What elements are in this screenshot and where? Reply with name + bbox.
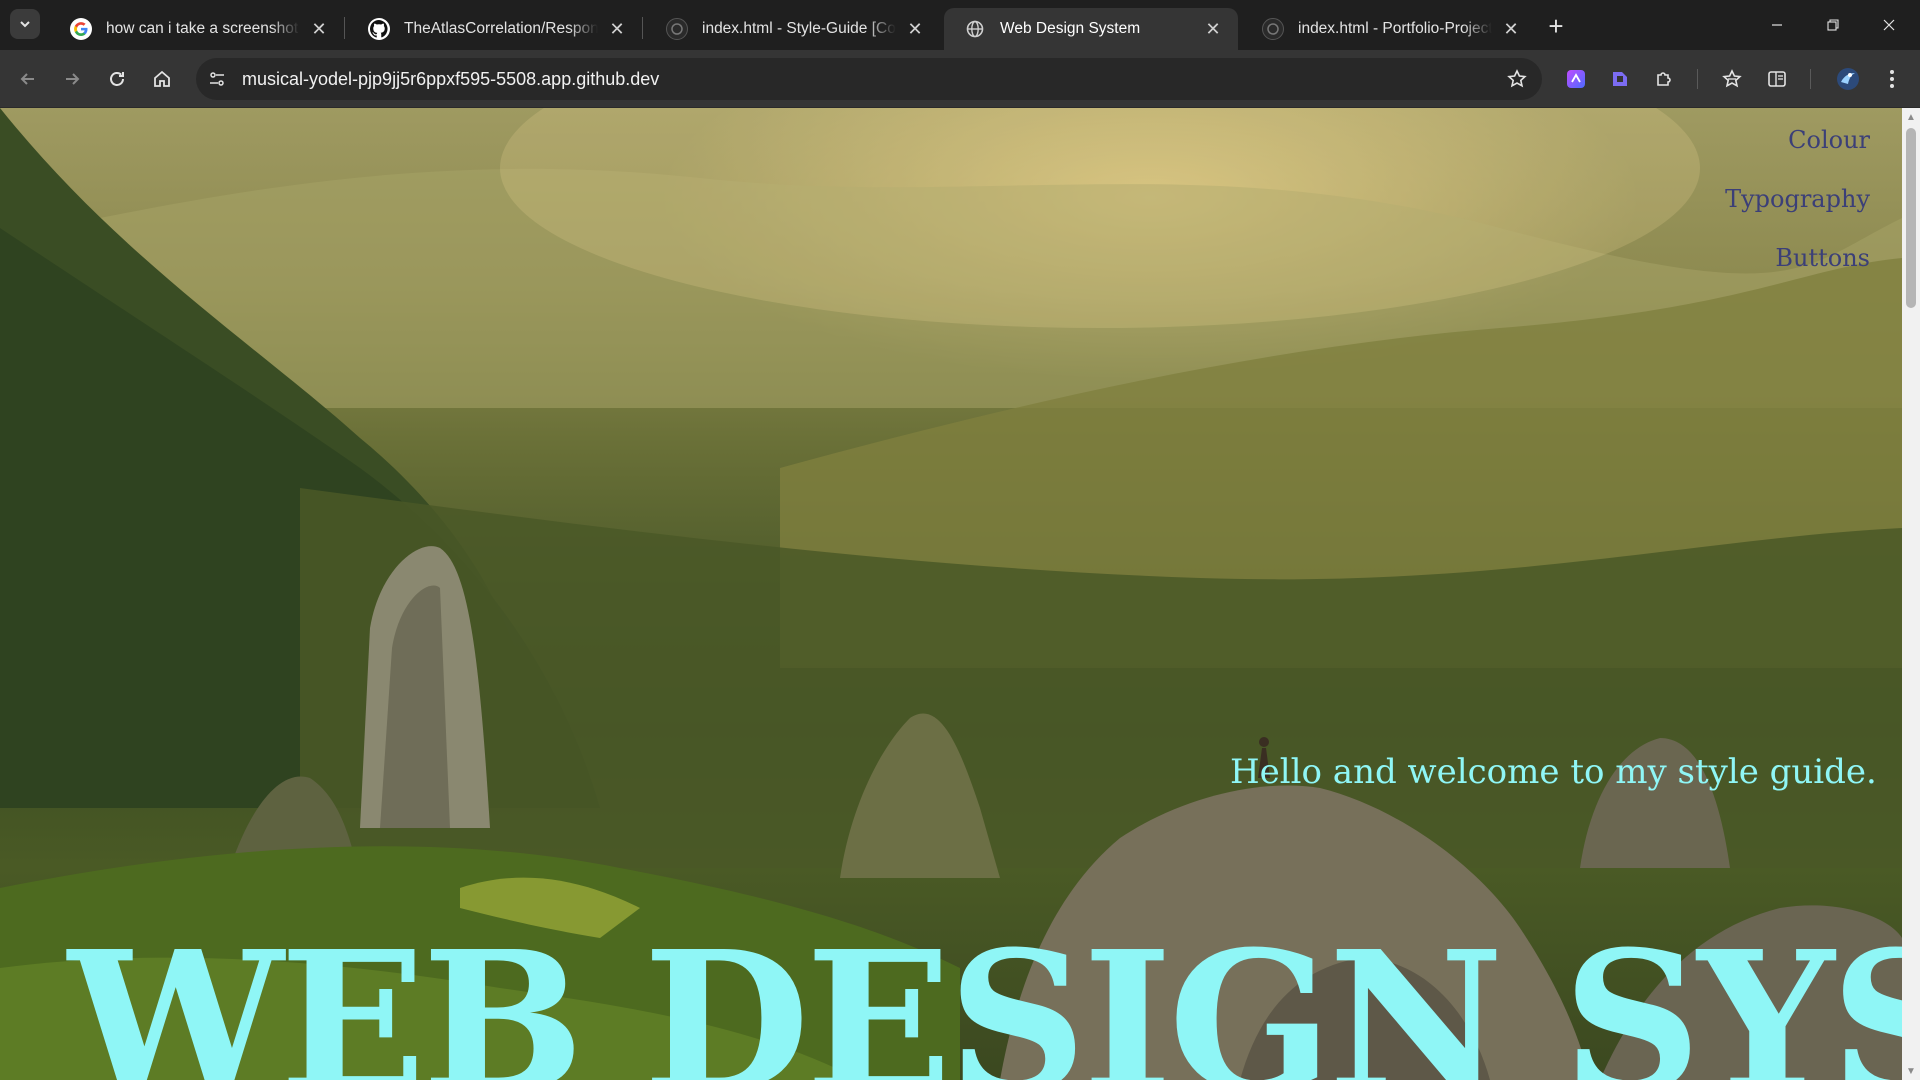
- bookmarks-icon[interactable]: [1716, 63, 1748, 95]
- extension-gradient-icon[interactable]: [1560, 63, 1592, 95]
- tab-title: how can i take a screenshot on: [106, 20, 300, 37]
- close-tab-icon[interactable]: ✕: [606, 18, 628, 40]
- site-navigation: Colour Typography Buttons: [1725, 128, 1870, 305]
- close-tab-icon[interactable]: ✕: [308, 18, 330, 40]
- github-icon: [368, 18, 390, 40]
- tab-strip: how can i take a screenshot on ✕ TheAtla…: [0, 0, 1920, 50]
- scroll-up-arrow-icon[interactable]: ▲: [1902, 108, 1920, 126]
- bookmark-star-icon[interactable]: [1500, 62, 1534, 96]
- address-bar[interactable]: musical-yodel-pjp9jj5r6ppxf595-5508.app.…: [196, 58, 1542, 100]
- forward-arrow-icon[interactable]: [56, 63, 88, 95]
- site-settings-icon[interactable]: [200, 62, 234, 96]
- tab-title: index.html - Style-Guide [Codes: [702, 20, 896, 37]
- page-scrollbar[interactable]: ▲ ▼: [1902, 108, 1920, 1080]
- page-viewport: Colour Typography Buttons Hello and welc…: [0, 108, 1902, 1080]
- close-window-icon[interactable]: [1866, 8, 1912, 42]
- new-tab-button[interactable]: +: [1542, 11, 1570, 41]
- codespaces-icon: [666, 18, 688, 40]
- tab-divider: [642, 17, 643, 39]
- scroll-down-arrow-icon[interactable]: ▼: [1902, 1062, 1920, 1080]
- toolbar-divider: [1697, 69, 1698, 89]
- tab-title: TheAtlasCorrelation/Responsive: [404, 20, 598, 37]
- scrollbar-thumb[interactable]: [1906, 128, 1916, 308]
- profile-avatar[interactable]: [1832, 63, 1864, 95]
- close-tab-icon[interactable]: ✕: [1500, 18, 1522, 40]
- extension-purple-icon[interactable]: [1604, 63, 1636, 95]
- tab-divider: [344, 17, 345, 39]
- home-icon[interactable]: [146, 63, 178, 95]
- nav-link-typography[interactable]: Typography: [1725, 187, 1870, 211]
- nav-link-buttons[interactable]: Buttons: [1725, 246, 1870, 270]
- tab-search-chevron-icon[interactable]: [10, 9, 40, 39]
- minimize-icon[interactable]: [1754, 8, 1800, 42]
- page-title: WEB DESIGN SYSTEM: [68, 910, 1902, 1080]
- globe-icon: [964, 18, 986, 40]
- tab-style-guide-codespace[interactable]: index.html - Style-Guide [Codes ✕: [646, 8, 940, 50]
- extensions-puzzle-icon[interactable]: [1648, 63, 1680, 95]
- toolbar-divider: [1810, 69, 1811, 89]
- browser-toolbar: musical-yodel-pjp9jj5r6ppxf595-5508.app.…: [0, 50, 1920, 108]
- back-arrow-icon[interactable]: [12, 63, 44, 95]
- tab-title: Web Design System: [1000, 20, 1141, 37]
- reading-list-icon[interactable]: [1761, 63, 1793, 95]
- tab-portfolio-codespace[interactable]: index.html - Portfolio-Project [C ✕: [1242, 8, 1536, 50]
- tab-github-repo[interactable]: TheAtlasCorrelation/Responsive ✕: [348, 8, 642, 50]
- close-tab-icon[interactable]: ✕: [904, 18, 926, 40]
- restore-icon[interactable]: [1810, 8, 1856, 42]
- codespaces-icon: [1262, 18, 1284, 40]
- tab-google-search[interactable]: how can i take a screenshot on ✕: [50, 8, 344, 50]
- tab-title: index.html - Portfolio-Project [C: [1298, 20, 1492, 37]
- welcome-message: Hello and welcome to my style guide.: [1230, 752, 1877, 792]
- tab-web-design-system[interactable]: Web Design System ✕: [944, 8, 1238, 50]
- google-icon: [70, 18, 92, 40]
- address-url[interactable]: musical-yodel-pjp9jj5r6ppxf595-5508.app.…: [242, 69, 1500, 90]
- more-menu-icon[interactable]: [1876, 63, 1908, 95]
- close-tab-icon[interactable]: ✕: [1202, 18, 1224, 40]
- nav-link-colour[interactable]: Colour: [1725, 128, 1870, 152]
- reload-icon[interactable]: [101, 63, 133, 95]
